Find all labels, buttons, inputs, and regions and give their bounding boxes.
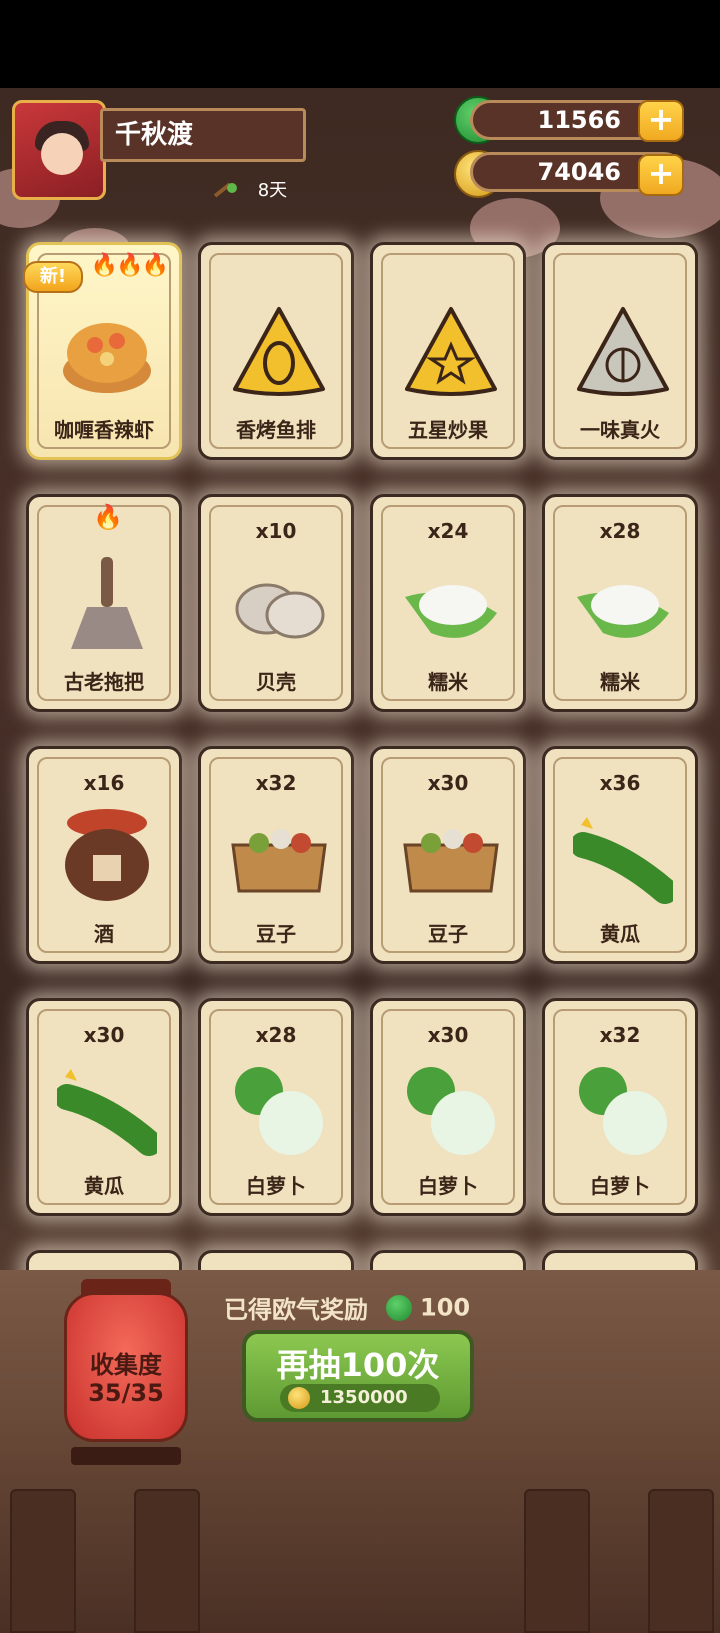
card-name: 一味真火: [580, 418, 660, 442]
fence-post: [10, 1489, 76, 1633]
card-sticky-rice[interactable]: x24 糯米: [370, 494, 526, 712]
card-five-star-fruit[interactable]: 五星炒果: [370, 242, 526, 460]
collection-progress: 35/35: [88, 1379, 164, 1407]
fence-post: [524, 1489, 590, 1633]
card-count: x30: [427, 1023, 469, 1047]
fence-post: [648, 1489, 714, 1633]
luck-reward: 已得欧气奖励 100: [224, 1290, 471, 1325]
card-name: 古老拖把: [64, 670, 144, 694]
collection-label: 收集度: [90, 1351, 162, 1379]
curry-shrimp-icon: [63, 323, 151, 393]
card-name: 糯米: [600, 670, 640, 694]
card-name: 豆子: [428, 922, 468, 946]
card-count: x32: [599, 1023, 641, 1047]
wine-jar-icon: [65, 809, 149, 901]
card-curry-shrimp[interactable]: 新! 🔥🔥🔥 咖喱香辣虾: [23, 242, 182, 460]
card-white-radish[interactable]: x30 白萝卜: [370, 998, 526, 1216]
lantern-cap: [81, 1279, 171, 1295]
radish-icon: [579, 1067, 667, 1155]
card-name: 贝壳: [256, 670, 296, 694]
new-badge: 新!: [23, 261, 83, 293]
flame-rating: 🔥: [93, 503, 123, 531]
draw-again-button[interactable]: 再抽100次 1350000: [242, 1330, 474, 1422]
draw-cost-value: 1350000: [320, 1387, 408, 1408]
card-count: x10: [255, 519, 297, 543]
card-cucumber[interactable]: x30 黄瓜: [26, 998, 182, 1216]
card-cucumber[interactable]: x36 黄瓜: [542, 746, 698, 964]
card-beans[interactable]: x30 豆子: [370, 746, 526, 964]
card-partial[interactable]: [198, 1250, 354, 1270]
flame-rating: 🔥🔥🔥: [90, 253, 169, 278]
fence-post: [134, 1489, 200, 1633]
card-name: 白萝卜: [246, 1174, 306, 1198]
reward-amount: 100: [420, 1293, 471, 1322]
cucumber-icon: [573, 817, 673, 904]
flame-leaf-triangle-icon: [577, 307, 669, 396]
shell-icon: [235, 583, 325, 639]
card-white-radish[interactable]: x32 白萝卜: [542, 998, 698, 1216]
radish-icon: [235, 1067, 323, 1155]
card-grilled-fish[interactable]: 香烤鱼排: [198, 242, 354, 460]
card-name: 豆子: [256, 922, 296, 946]
coin-icon: [288, 1387, 310, 1409]
jade-icon: [386, 1294, 412, 1321]
card-white-radish[interactable]: x28 白萝卜: [198, 998, 354, 1216]
draw-button-label: 再抽100次: [276, 1346, 440, 1384]
lantern-stand: [71, 1447, 181, 1465]
fish-triangle-icon: [233, 307, 325, 396]
card-name: 白萝卜: [590, 1174, 650, 1198]
card-name: 香烤鱼排: [236, 418, 316, 442]
card-shell[interactable]: x10 贝壳: [198, 494, 354, 712]
card-count: x30: [427, 771, 469, 795]
card-count: x32: [255, 771, 297, 795]
card-name: 白萝卜: [418, 1174, 478, 1198]
card-count: x36: [599, 771, 641, 795]
card-count: x30: [83, 1023, 125, 1047]
card-old-mop[interactable]: 🔥 古老拖把: [26, 494, 182, 712]
card-name: 五星炒果: [408, 418, 488, 442]
card-partial[interactable]: [26, 1250, 182, 1270]
rice-icon: [577, 585, 669, 638]
beans-box-icon: [403, 829, 499, 893]
star-triangle-icon: [405, 307, 497, 396]
draw-cost: 1350000: [280, 1384, 440, 1412]
card-partial[interactable]: [542, 1250, 698, 1270]
card-partial[interactable]: [370, 1250, 526, 1270]
card-count: x16: [83, 771, 125, 795]
mop-icon: [71, 557, 143, 649]
card-count: x24: [427, 519, 469, 543]
card-grid: 新! 🔥🔥🔥 咖喱香辣虾 香烤鱼排 五星炒果 一味真火 🔥 古老拖把 x10 贝…: [0, 0, 720, 1270]
card-name: 黄瓜: [600, 922, 640, 946]
card-name: 黄瓜: [84, 1174, 124, 1198]
card-true-fire[interactable]: 一味真火: [542, 242, 698, 460]
card-name: 糯米: [428, 670, 468, 694]
card-name: 咖喱香辣虾: [54, 418, 154, 442]
beans-box-icon: [231, 829, 327, 893]
collection-lantern[interactable]: 收集度 35/35: [64, 1279, 188, 1465]
reward-label: 已得欧气奖励: [224, 1296, 368, 1324]
cucumber-icon: [57, 1069, 157, 1156]
card-sticky-rice[interactable]: x28 糯米: [542, 494, 698, 712]
card-beans[interactable]: x32 豆子: [198, 746, 354, 964]
card-count: x28: [255, 1023, 297, 1047]
card-wine[interactable]: x16 酒: [26, 746, 182, 964]
card-name: 酒: [94, 922, 114, 946]
radish-icon: [407, 1067, 495, 1155]
card-count: x28: [599, 519, 641, 543]
rice-icon: [405, 585, 497, 638]
